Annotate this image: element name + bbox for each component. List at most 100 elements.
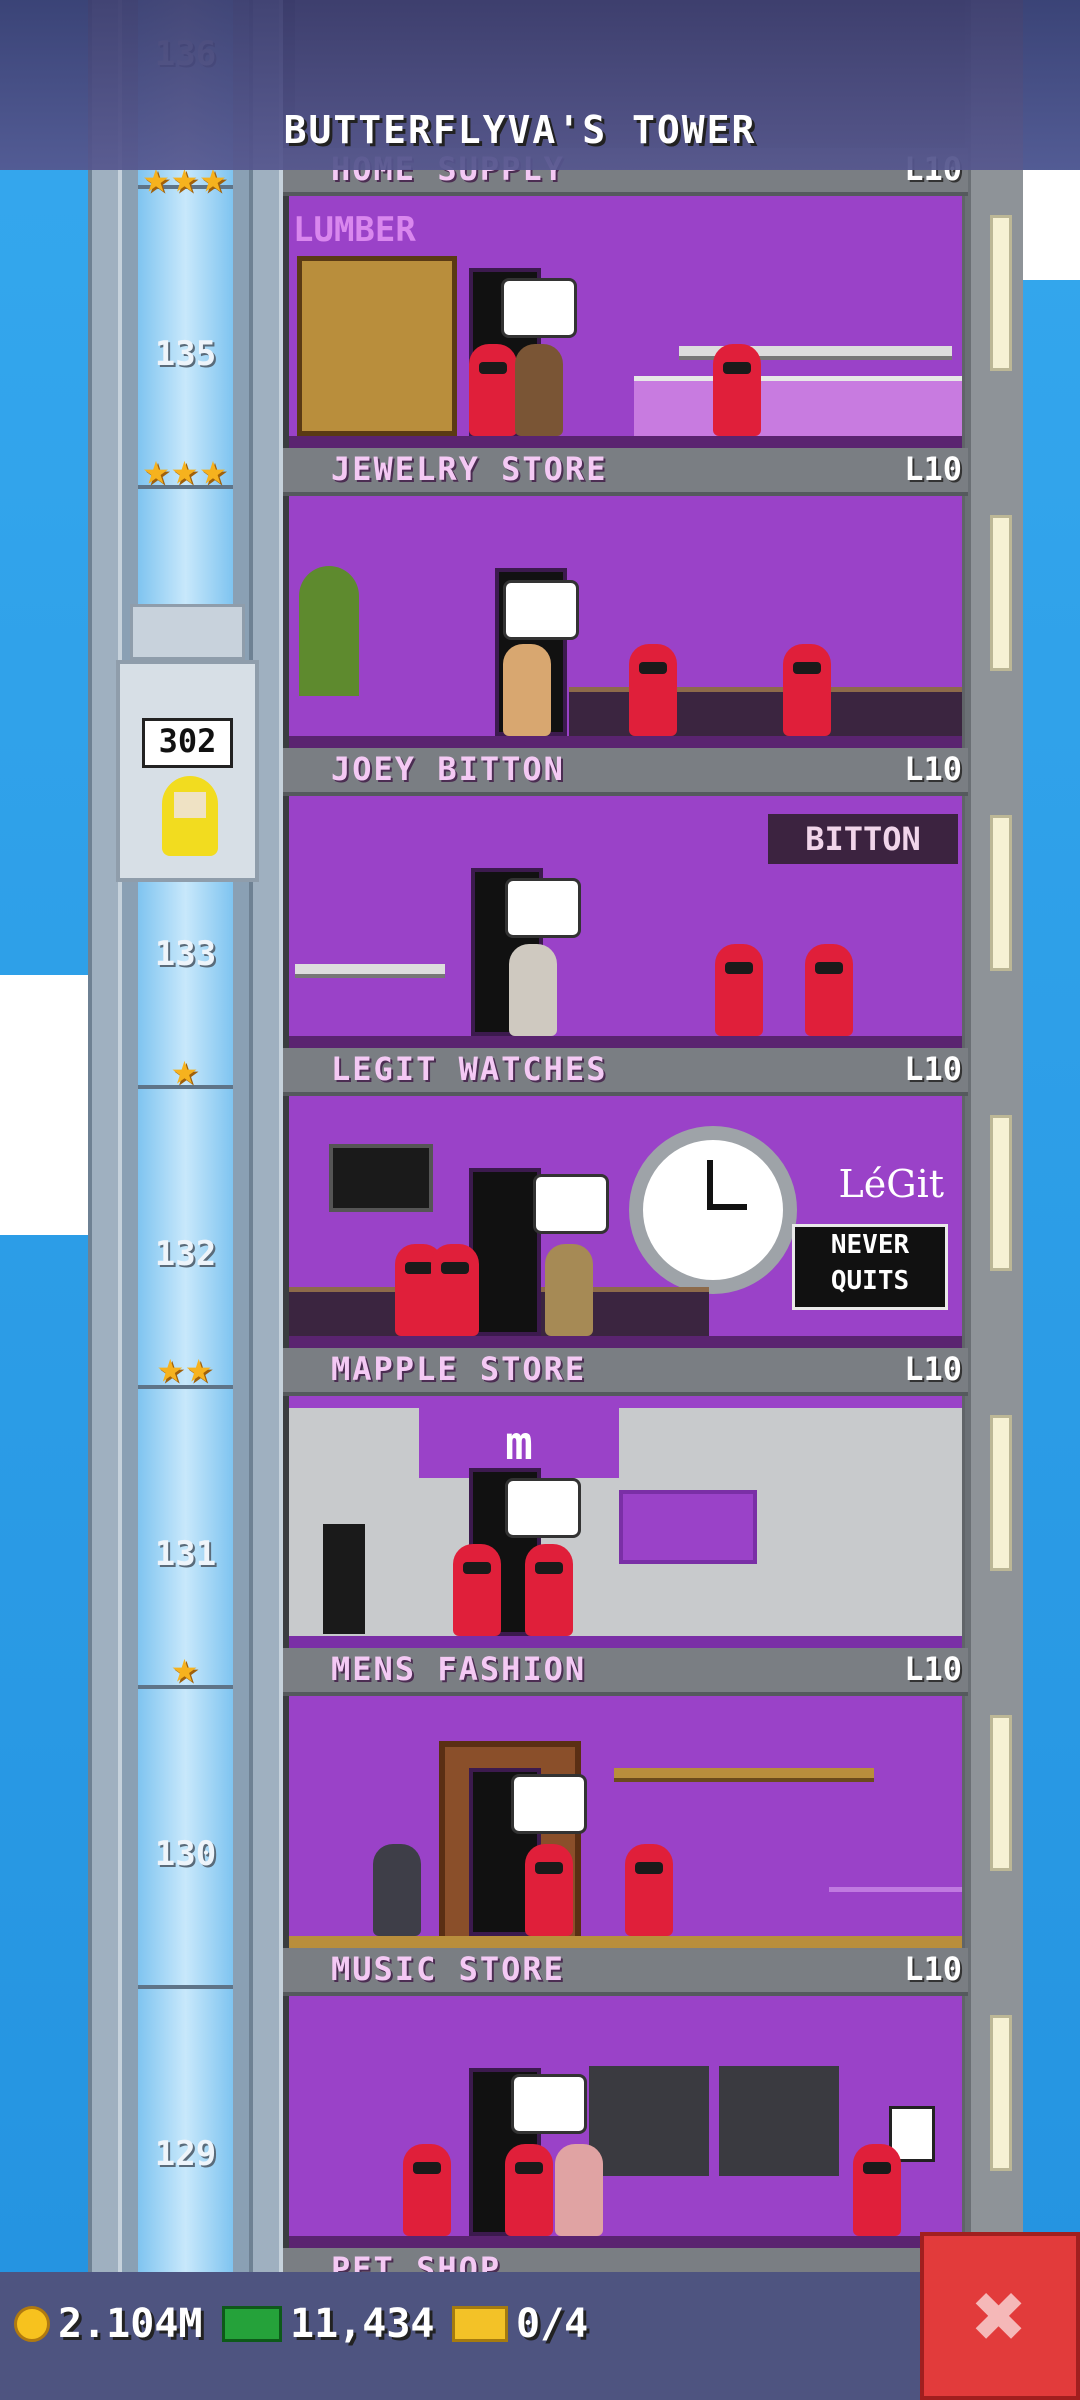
bitizen-red[interactable] — [505, 2144, 553, 2236]
pillar-window — [990, 2015, 1012, 2171]
request-bubble[interactable] — [503, 580, 579, 640]
floor-base — [289, 1036, 962, 1048]
bux-value: 11,434 — [290, 2301, 435, 2347]
bitizen-red[interactable] — [525, 1544, 573, 1636]
coins-stat[interactable]: 2.104M — [14, 2294, 203, 2354]
floor-name: MENS FASHION — [331, 1650, 587, 1688]
cloud — [1020, 170, 1080, 280]
ticket-icon — [452, 2306, 508, 2342]
floor-legit-watches[interactable]: LEGIT WATCHES L10 LéGit NEVER QUITS — [283, 1048, 968, 1348]
floor-base — [289, 736, 962, 748]
bitizen-red[interactable] — [715, 944, 763, 1036]
floor-number: 130 — [154, 1834, 217, 1874]
pillar-window — [990, 1715, 1012, 1871]
sign-line-2: QUITS — [830, 1266, 910, 1296]
close-icon: ✖ — [972, 2263, 1028, 2369]
elevator-rider — [162, 776, 218, 856]
floor-level: L10 — [904, 1350, 962, 1388]
floor-stars: ★★ — [157, 1342, 214, 1393]
bitizen-red[interactable] — [453, 1544, 501, 1636]
floor-stars: ★ — [171, 1044, 200, 1095]
request-bubble[interactable] — [501, 278, 577, 338]
fashion-counter — [829, 1887, 962, 1936]
bitizen-red[interactable] — [713, 344, 761, 436]
request-bubble[interactable] — [505, 1478, 581, 1538]
floor-name: JOEY BITTON — [331, 750, 565, 788]
pillar-window — [990, 215, 1012, 371]
floor-level: L10 — [904, 1950, 962, 1988]
request-bubble[interactable] — [533, 1174, 609, 1234]
lumber-sign: LUMBER — [293, 210, 416, 250]
pillar-window — [990, 515, 1012, 671]
floor-room: LéGit NEVER QUITS — [289, 1096, 962, 1348]
floor-room: BITTON — [289, 796, 962, 1048]
floor-number: 132 — [154, 1234, 217, 1274]
floor-mapple-store[interactable]: MAPPLE STORE L10 m — [283, 1348, 968, 1648]
bitizen-red[interactable] — [625, 1844, 673, 1936]
bitizen[interactable] — [503, 644, 551, 736]
floor-jewelry-store[interactable]: JEWELRY STORE L10 — [283, 448, 968, 748]
bitizen[interactable] — [509, 944, 557, 1036]
bitizen-red[interactable] — [431, 1244, 479, 1336]
floor-room: LUMBER — [289, 196, 962, 448]
floor-base — [289, 1936, 962, 1948]
display-screen — [619, 1490, 757, 1564]
request-bubble[interactable] — [511, 1774, 587, 1834]
floor-banner: JOEY BITTON L10 — [283, 748, 968, 796]
bitizen-red[interactable] — [525, 1844, 573, 1936]
bitizen-red[interactable] — [629, 644, 677, 736]
floor-number: 133 — [154, 934, 217, 974]
close-button[interactable]: ✖ — [920, 2232, 1080, 2400]
floor-level: L10 — [904, 750, 962, 788]
floor-name: MUSIC STORE — [331, 1950, 565, 1988]
bitizen[interactable] — [515, 344, 563, 436]
tower-title: BUTTERFLYVA'S TOWER — [283, 108, 757, 152]
floor-banner: MUSIC STORE L10 — [283, 1948, 968, 1996]
floor-banner: LEGIT WATCHES L10 — [283, 1048, 968, 1096]
floor-level: L10 — [904, 1050, 962, 1088]
request-bubble[interactable] — [511, 2074, 587, 2134]
sign-line-1: NEVER — [830, 1230, 910, 1260]
floor-level: L10 — [904, 1650, 962, 1688]
elevator-car[interactable]: 302 — [116, 604, 259, 882]
elevator-passenger-count: 302 — [142, 718, 233, 768]
bitizen[interactable] — [373, 1844, 421, 1936]
legit-logo: LéGit — [838, 1162, 944, 1206]
bitizen-red[interactable] — [783, 644, 831, 736]
floor-banner: JEWELRY STORE L10 — [283, 448, 968, 496]
floor-home-supply[interactable]: HOME SUPPLY L10 LUMBER — [283, 148, 968, 448]
bux-stat[interactable]: 11,434 — [222, 2294, 435, 2354]
floor-number: 129 — [154, 2134, 217, 2174]
potted-plant — [299, 566, 359, 696]
bitizen[interactable] — [555, 2144, 603, 2236]
floor-name: LEGIT WATCHES — [331, 1050, 608, 1088]
bitizen-red[interactable] — [469, 344, 517, 436]
bux-icon — [222, 2306, 282, 2342]
jewelry-counter — [569, 687, 962, 736]
tool-counter — [634, 376, 962, 436]
floor-room: m — [289, 1396, 962, 1648]
tickets-value: 0/4 — [516, 2301, 589, 2347]
bag-shelf — [295, 964, 445, 978]
tickets-stat[interactable]: 0/4 — [452, 2294, 588, 2354]
pillar-window — [990, 815, 1012, 971]
elevator-top — [130, 604, 245, 660]
guitar-display — [719, 2066, 839, 2176]
trumpet-display — [589, 2066, 709, 2176]
floor-room — [289, 496, 962, 748]
purple-trim — [289, 1396, 962, 1408]
pillar-window — [990, 1415, 1012, 1571]
floor-music-store[interactable]: MUSIC STORE L10 — [283, 1948, 968, 2248]
floor-base — [289, 1636, 962, 1648]
wall-clock — [629, 1126, 797, 1294]
bitizen-red[interactable] — [403, 2144, 451, 2236]
bitizen[interactable] — [545, 1244, 593, 1336]
floor-mens-fashion[interactable]: MENS FASHION L10 — [283, 1648, 968, 1948]
request-bubble[interactable] — [505, 878, 581, 938]
floor-name: MAPPLE STORE — [331, 1350, 587, 1388]
floor-joey-bitton[interactable]: JOEY BITTON L10 BITTON — [283, 748, 968, 1048]
bitizen-red[interactable] — [853, 2144, 901, 2236]
coins-value: 2.104M — [58, 2301, 203, 2347]
coin-icon — [14, 2306, 50, 2342]
bitizen-red[interactable] — [805, 944, 853, 1036]
